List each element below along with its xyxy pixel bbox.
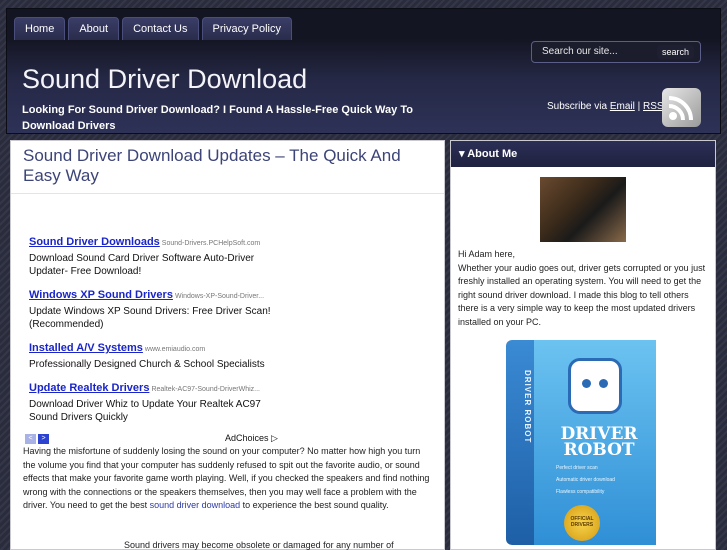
ad-item: Installed A/V Systems www.emiaudio.com Pr… <box>29 338 289 371</box>
nav-about[interactable]: About <box>68 17 120 40</box>
site-tagline: Looking For Sound Driver Download? I Fou… <box>22 104 413 132</box>
sidebar: ▾ About Me Hi Adam here, Whether your au… <box>450 140 716 550</box>
ad-block: Sound Driver Downloads Sound-Drivers.PCHe… <box>29 232 289 431</box>
post-body-text-end: to experience the best sound quality. <box>240 500 389 510</box>
adchoices-link[interactable]: AdChoices ▷ <box>225 433 278 444</box>
post-body: Having the misfortune of suddenly losing… <box>23 445 435 513</box>
nav-privacy-policy[interactable]: Privacy Policy <box>201 17 292 40</box>
ad-title-link[interactable]: Update Realtek Drivers <box>29 382 149 394</box>
about-me-header[interactable]: ▾ About Me <box>451 141 715 167</box>
ad-item: Windows XP Sound Drivers Windows-XP-Sound… <box>29 285 289 331</box>
chevron-down-icon: ▾ <box>459 148 465 160</box>
ad-url[interactable]: Realtek-AC97-Sound-DriverWhiz... <box>151 386 260 393</box>
ad-pager: < > <box>25 434 49 444</box>
post-title[interactable]: Sound Driver Download Updates – The Quic… <box>23 146 433 186</box>
site-header: Home About Contact Us Privacy Policy sea… <box>6 8 721 134</box>
ad-item: Sound Driver Downloads Sound-Drivers.PCHe… <box>29 232 289 278</box>
about-me-title: About Me <box>467 148 518 160</box>
box-title: DRIVER ROBOT <box>560 424 638 460</box>
robot-icon <box>568 358 622 414</box>
ad-title-link[interactable]: Windows XP Sound Drivers <box>29 289 173 301</box>
ad-url[interactable]: www.emiaudio.com <box>145 346 205 353</box>
robot-eye <box>582 379 591 388</box>
box-feature: Automatic driver download <box>556 477 615 483</box>
subscribe-label: Subscribe via <box>547 101 608 112</box>
top-nav: Home About Contact Us Privacy Policy <box>14 17 292 40</box>
robot-eye <box>599 379 608 388</box>
ad-title-link[interactable]: Installed A/V Systems <box>29 342 143 354</box>
box-side: DRIVER ROBOT <box>506 340 534 545</box>
driver-robot-product-box[interactable]: DRIVER ROBOT DRIVER ROBOT Perfect driver… <box>506 340 656 550</box>
email-subscribe-link[interactable]: Email <box>610 101 635 112</box>
ad-description: Update Windows XP Sound Drivers: Free Dr… <box>29 306 271 330</box>
post-title-bar: Sound Driver Download Updates – The Quic… <box>11 141 444 194</box>
box-feature: Perfect driver scan <box>556 465 598 471</box>
rss-subscribe-link[interactable]: RSS <box>643 101 664 112</box>
box-feature: Flawless compatibility <box>556 489 605 495</box>
search-button[interactable]: search <box>656 45 694 59</box>
ad-description: Professionally Designed Church & School … <box>29 359 265 370</box>
ad-next-icon[interactable]: > <box>38 434 49 444</box>
rss-icon[interactable] <box>662 88 701 127</box>
site-title[interactable]: Sound Driver Download <box>22 64 307 95</box>
ad-url[interactable]: Windows-XP-Sound-Driver... <box>175 293 264 300</box>
sound-driver-download-link[interactable]: sound driver download <box>150 500 241 510</box>
ad-description: Download Driver Whiz to Update Your Real… <box>29 399 261 423</box>
ad-title-link[interactable]: Sound Driver Downloads <box>29 236 160 248</box>
search-input[interactable] <box>542 46 652 57</box>
about-me-text: Hi Adam here, Whether your audio goes ou… <box>458 249 706 327</box>
box-side-label: DRIVER ROBOT <box>523 370 532 444</box>
nav-home[interactable]: Home <box>14 17 66 40</box>
post-body-continued: Sound drivers may become obsolete or dam… <box>124 540 394 550</box>
official-drivers-badge: OFFICIAL DRIVERS <box>564 505 600 541</box>
nav-contact-us[interactable]: Contact Us <box>122 17 199 40</box>
subscribe-bar: Subscribe via Email | RSS <box>547 101 664 112</box>
ad-url[interactable]: Sound-Drivers.PCHelpSoft.com <box>162 240 260 247</box>
author-photo <box>540 177 626 242</box>
main-content: Sound Driver Download Updates – The Quic… <box>10 140 445 550</box>
ad-item: Update Realtek Drivers Realtek-AC97-Sound… <box>29 378 289 424</box>
subscribe-separator: | <box>637 101 641 112</box>
ad-description: Download Sound Card Driver Software Auto… <box>29 253 255 277</box>
ad-prev-icon[interactable]: < <box>25 434 36 444</box>
search-box: search <box>531 41 701 63</box>
